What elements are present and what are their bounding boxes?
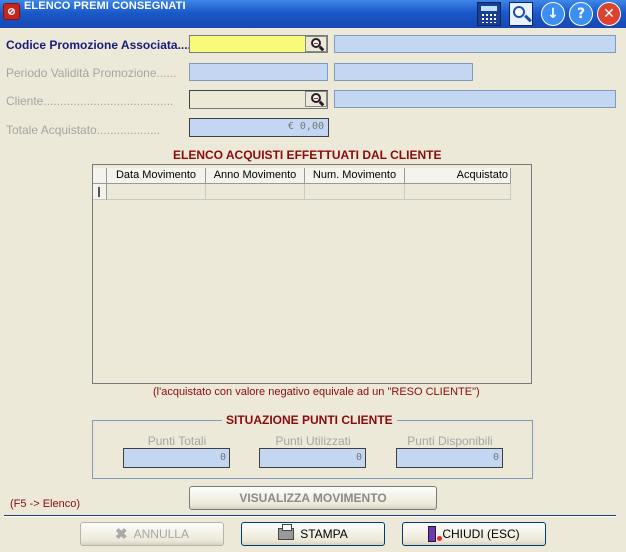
row-selector[interactable] xyxy=(93,184,107,200)
visualizza-movimento-button[interactable]: VISUALIZZA MOVIMENTO xyxy=(189,486,437,510)
magnifier-icon[interactable] xyxy=(509,2,533,26)
periodo-inizio-field xyxy=(189,63,328,81)
punti-disponibili-field: 0 xyxy=(396,448,503,468)
chiudi-button[interactable]: CHIUDI (ESC) xyxy=(402,522,546,546)
printer-icon xyxy=(278,523,295,540)
cliente-label: Cliente.................................… xyxy=(6,94,174,108)
totale-acquistato-label: Totale Acquistato................... xyxy=(6,123,161,137)
cliente-description xyxy=(334,90,616,108)
f5-hint: (F5 -> Elenco) xyxy=(10,498,80,510)
punti-totali-label: Punti Totali xyxy=(147,434,207,448)
codice-lookup-search-icon[interactable] xyxy=(305,36,327,52)
punti-disponibili-label: Punti Disponibili xyxy=(407,434,493,448)
annulla-label: ANNULLA xyxy=(133,527,189,541)
download-icon[interactable]: ↓ xyxy=(541,2,565,26)
calculator-icon[interactable] xyxy=(477,2,501,26)
cliente-lookup-search-icon[interactable] xyxy=(305,91,327,107)
reso-cliente-note: (l'acquistato con valore negativo equiva… xyxy=(153,386,480,398)
punti-totali-value: 0 xyxy=(219,452,226,463)
acquisti-grid[interactable]: Data Movimento Anno Movimento Num. Movim… xyxy=(92,164,532,384)
punti-utilizzati-label: Punti Utilizzati xyxy=(275,434,351,448)
periodo-fine-field xyxy=(334,63,473,81)
title-bar: ⊘ ELENCO PREMI CONSEGNATI ↓ ? ✕ xyxy=(0,0,626,28)
chiudi-label: CHIUDI (ESC) xyxy=(442,527,520,541)
cell-num[interactable] xyxy=(305,184,405,200)
exit-door-icon xyxy=(428,525,443,542)
codice-promozione-description xyxy=(334,35,616,53)
close-icon[interactable]: ✕ xyxy=(597,2,621,26)
window-title: ELENCO PREMI CONSEGNATI xyxy=(24,0,186,12)
totale-acquistato-value: € 0,00 xyxy=(287,121,324,132)
punti-cliente-title: SITUAZIONE PUNTI CLIENTE xyxy=(222,413,397,427)
column-header-acquistato[interactable]: Acquistato xyxy=(405,168,511,184)
table-row[interactable] xyxy=(93,184,511,200)
grid-header: Data Movimento Anno Movimento Num. Movim… xyxy=(93,168,511,184)
grid-title: ELENCO ACQUISTI EFFETTUATI DAL CLIENTE xyxy=(173,148,442,162)
codice-promozione-label: Codice Promozione Associata.... xyxy=(6,38,191,52)
column-header-num[interactable]: Num. Movimento xyxy=(305,168,405,184)
periodo-validita-label: Periodo Validità Promozione...... xyxy=(6,66,177,80)
column-header-anno[interactable]: Anno Movimento xyxy=(206,168,305,184)
totale-acquistato-field: € 0,00 xyxy=(189,118,329,137)
punti-utilizzati-value: 0 xyxy=(355,452,362,463)
cell-data[interactable] xyxy=(107,184,206,200)
stampa-label: STAMPA xyxy=(300,527,348,541)
annulla-button[interactable]: ✖ ANNULLA xyxy=(80,522,224,546)
cancel-x-icon: ✖ xyxy=(115,525,128,543)
app-logo-icon: ⊘ xyxy=(3,3,20,20)
punti-disponibili-value: 0 xyxy=(492,452,499,463)
punti-utilizzati-field: 0 xyxy=(259,448,366,468)
cell-acquistato[interactable] xyxy=(405,184,511,200)
footer-divider xyxy=(4,515,616,517)
help-icon[interactable]: ? xyxy=(569,2,593,26)
grid-header-selector xyxy=(93,168,107,184)
column-header-data[interactable]: Data Movimento xyxy=(107,168,206,184)
punti-totali-field: 0 xyxy=(123,448,230,468)
stampa-button[interactable]: STAMPA xyxy=(241,522,385,546)
cell-anno[interactable] xyxy=(206,184,305,200)
